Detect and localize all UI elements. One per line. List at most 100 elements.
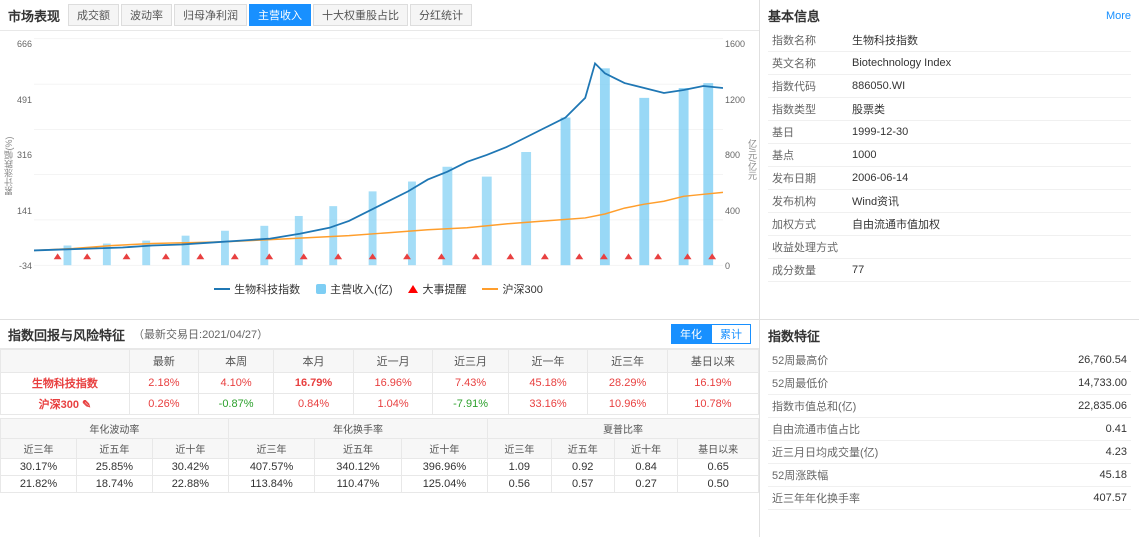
return-subtitle: （最新交易日:2021/04/27） bbox=[133, 326, 268, 342]
feature-title: 指数特征 bbox=[768, 326, 1131, 345]
y-left-label-2: 491 bbox=[2, 95, 32, 105]
feat-label-low: 52周最低价 bbox=[768, 372, 1010, 395]
bio-1m: 16.96% bbox=[353, 373, 433, 394]
bio-1y: 45.18% bbox=[508, 373, 588, 394]
info-label-name: 指数名称 bbox=[768, 29, 848, 52]
bio-latest: 2.18% bbox=[129, 373, 198, 394]
h1: 21.82% bbox=[1, 476, 77, 493]
feat-label-52w: 52周涨跌幅 bbox=[768, 464, 1010, 487]
legend-label-remind: 大事提醒 bbox=[422, 281, 466, 297]
col-header-latest: 最新 bbox=[129, 350, 198, 373]
hs-3m: -7.91% bbox=[433, 394, 508, 415]
y-right-title: 亿/元/亿元 bbox=[746, 139, 759, 180]
h3: 22.88% bbox=[152, 476, 228, 493]
return-header: 指数回报与风险特征 （最新交易日:2021/04/27） 年化 累计 bbox=[0, 320, 759, 349]
row-label-hs300: 沪深300 ✎ bbox=[1, 394, 130, 415]
vol-sub-10y1: 近十年 bbox=[152, 439, 228, 459]
feat-row-high: 52周最高价 26,760.54 bbox=[768, 349, 1131, 372]
tab-chengjiaoe[interactable]: 成交额 bbox=[68, 4, 119, 26]
info-value-type: 股票类 bbox=[848, 98, 1131, 121]
vol-sub-5y3: 近五年 bbox=[551, 439, 614, 459]
info-row-code: 指数代码 886050.WI bbox=[768, 75, 1131, 98]
info-value-name: 生物科技指数 bbox=[848, 29, 1131, 52]
info-row-count: 成分数量 77 bbox=[768, 259, 1131, 282]
y-right-label-4: 400 bbox=[725, 206, 757, 216]
info-label-basepoint: 基点 bbox=[768, 144, 848, 167]
info-value-pubdate: 2006-06-14 bbox=[848, 167, 1131, 190]
vol-sub-3y1: 近三年 bbox=[1, 439, 77, 459]
col-header-1m: 近一月 bbox=[353, 350, 433, 373]
legend-biotechnology: 生物科技指数 bbox=[214, 281, 300, 297]
feat-row-low: 52周最低价 14,733.00 bbox=[768, 372, 1131, 395]
info-title: 基本信息 bbox=[768, 6, 820, 25]
vol-row-bio: 30.17% 25.85% 30.42% 407.57% 340.12% 396… bbox=[1, 459, 759, 476]
h5: 110.47% bbox=[315, 476, 401, 493]
vol-sub-5y2: 近五年 bbox=[315, 439, 401, 459]
more-link[interactable]: More bbox=[1106, 10, 1131, 22]
feat-value-vol3m: 4.23 bbox=[1010, 441, 1131, 464]
h10: 0.50 bbox=[678, 476, 759, 493]
info-row-basedate: 基日 1999-12-30 bbox=[768, 121, 1131, 144]
info-table: 指数名称 生物科技指数 英文名称 Biotechnology Index 指数代… bbox=[768, 29, 1131, 282]
feat-label-vol3m: 近三月日均成交量(亿) bbox=[768, 441, 1010, 464]
legend-label-rev: 主营收入(亿) bbox=[330, 281, 392, 297]
return-row-bio: 生物科技指数 2.18% 4.10% 16.79% 16.96% 7.43% 4… bbox=[1, 373, 759, 394]
info-value-basepoint: 1000 bbox=[848, 144, 1131, 167]
col-header-3m: 近三月 bbox=[433, 350, 508, 373]
col-header-week: 本周 bbox=[198, 350, 273, 373]
h7: 0.56 bbox=[488, 476, 551, 493]
vol-sub-3y2: 近三年 bbox=[228, 439, 314, 459]
info-label-count: 成分数量 bbox=[768, 259, 848, 282]
return-row-hs300: 沪深300 ✎ 0.26% -0.87% 0.84% 1.04% -7.91% … bbox=[1, 394, 759, 415]
feat-value-high: 26,760.54 bbox=[1010, 349, 1131, 372]
row-label-bio: 生物科技指数 bbox=[1, 373, 130, 394]
col-header-since: 基日以来 bbox=[667, 350, 758, 373]
info-row-return: 收益处理方式 bbox=[768, 236, 1131, 259]
main-chart-svg: 12-01-01 13-01-01 14-01-01 15-01-01 16-0… bbox=[34, 37, 723, 267]
tab-shidaquan[interactable]: 十大权重股占比 bbox=[313, 4, 408, 26]
v10: 0.65 bbox=[678, 459, 759, 476]
info-value-publisher: Wind资讯 bbox=[848, 190, 1131, 213]
feat-value-low: 14,733.00 bbox=[1010, 372, 1131, 395]
chart-area: 666 491 316 141 -34 1600 1200 800 400 0 bbox=[0, 31, 759, 301]
v7: 1.09 bbox=[488, 459, 551, 476]
info-label-code: 指数代码 bbox=[768, 75, 848, 98]
info-header: 基本信息 More bbox=[768, 6, 1131, 25]
info-label-publisher: 发布机构 bbox=[768, 190, 848, 213]
feat-row-vol3m: 近三月日均成交量(亿) 4.23 bbox=[768, 441, 1131, 464]
legend-reminder: 大事提醒 bbox=[408, 281, 466, 297]
hs-since: 10.78% bbox=[667, 394, 758, 415]
vol-sub-5y1: 近五年 bbox=[76, 439, 152, 459]
toggle-group: 年化 累计 bbox=[671, 324, 751, 344]
v4: 407.57% bbox=[228, 459, 314, 476]
feat-label-float: 自由流通市值占比 bbox=[768, 418, 1010, 441]
toggle-cumulative[interactable]: 累计 bbox=[711, 324, 751, 344]
h4: 113.84% bbox=[228, 476, 314, 493]
vol-row-hs300: 21.82% 18.74% 22.88% 113.84% 110.47% 125… bbox=[1, 476, 759, 493]
tab-bodonglu[interactable]: 波动率 bbox=[121, 4, 172, 26]
vol-header-vol: 年化波动率 bbox=[1, 419, 229, 439]
info-row-name: 指数名称 生物科技指数 bbox=[768, 29, 1131, 52]
tab-fenhong[interactable]: 分红统计 bbox=[410, 4, 472, 26]
info-label-basedate: 基日 bbox=[768, 121, 848, 144]
v1: 30.17% bbox=[1, 459, 77, 476]
basic-info-section: 基本信息 More 指数名称 生物科技指数 英文名称 Biotechnology… bbox=[760, 0, 1139, 320]
bio-month: 16.79% bbox=[274, 373, 354, 394]
feat-row-float: 自由流通市值占比 0.41 bbox=[768, 418, 1131, 441]
vol-header-turn: 年化换手率 bbox=[228, 419, 487, 439]
y-left-label-1: 666 bbox=[2, 39, 32, 49]
y-left-title: 累计涨跌幅(%) bbox=[2, 137, 15, 196]
feat-value-52w: 45.18 bbox=[1010, 464, 1131, 487]
info-label-return: 收益处理方式 bbox=[768, 236, 848, 259]
hs-month: 0.84% bbox=[274, 394, 354, 415]
info-label-weight: 加权方式 bbox=[768, 213, 848, 236]
tab-guimu[interactable]: 归母净利润 bbox=[174, 4, 247, 26]
y-right-label-2: 1200 bbox=[725, 95, 757, 105]
vol-sub-3y3: 近三年 bbox=[488, 439, 551, 459]
info-value-ename: Biotechnology Index bbox=[848, 52, 1131, 75]
col-header-name bbox=[1, 350, 130, 373]
toggle-annualized[interactable]: 年化 bbox=[671, 324, 711, 344]
v9: 0.84 bbox=[614, 459, 677, 476]
feat-row-52w: 52周涨跌幅 45.18 bbox=[768, 464, 1131, 487]
tab-zhuyingshouru[interactable]: 主营收入 bbox=[249, 4, 311, 26]
